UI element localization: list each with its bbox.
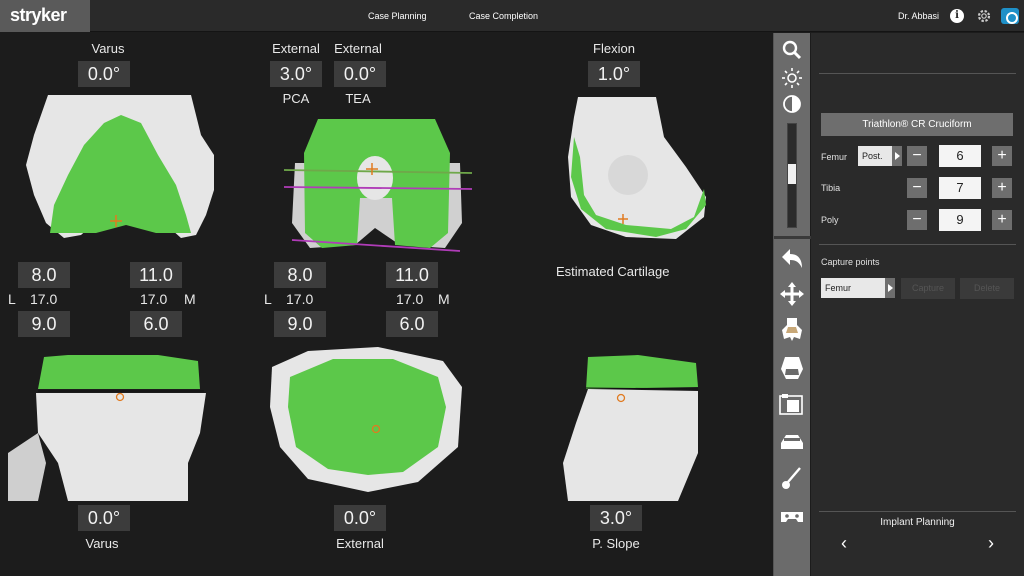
probe-icon[interactable]: [778, 465, 806, 491]
capture-points-title: Capture points: [821, 257, 880, 267]
femur-axial-view[interactable]: [280, 113, 475, 258]
tibia-external-value: 0.0°: [334, 505, 386, 531]
panel-divider: [819, 244, 1016, 245]
implant-type-button[interactable]: Triathlon® CR Cruciform: [821, 113, 1013, 136]
femur-option-value: Post.: [862, 151, 883, 161]
poly-size-field[interactable]: 9: [939, 209, 981, 231]
gap-left-bot-left: 9.0: [18, 311, 70, 337]
user-name: Dr. Abbasi: [898, 11, 940, 21]
gap-left-bot-right: 6.0: [130, 311, 182, 337]
femur-size-field[interactable]: 6: [939, 145, 981, 167]
nav-case-planning[interactable]: Case Planning: [368, 0, 427, 32]
gap-center-bot-left: 9.0: [274, 311, 326, 337]
logo-box: stryker: [0, 0, 90, 32]
gap-center-medial-label: M: [438, 291, 450, 307]
tibia-decrease-button[interactable]: −: [907, 178, 927, 198]
undo-icon[interactable]: [778, 246, 806, 272]
move-icon[interactable]: [778, 281, 806, 307]
gap-left-lateral-label: L: [8, 291, 16, 307]
view-toggle-icon[interactable]: [1001, 8, 1019, 24]
info-icon[interactable]: i: [950, 9, 964, 23]
tibia-increase-button[interactable]: +: [992, 178, 1012, 198]
tibia-external-label: External: [336, 536, 384, 551]
slope-label: P. Slope: [592, 536, 640, 551]
cartilage-label: Estimated Cartilage: [556, 264, 670, 279]
tibia-varus-value: 0.0°: [78, 505, 130, 531]
camera-icon[interactable]: [778, 392, 806, 418]
car-icon[interactable]: [778, 429, 806, 455]
femur-sagittal-title: Flexion: [593, 41, 635, 56]
gap-center-lateral-label: L: [264, 291, 272, 307]
main-viewport: Varus 0.0° External External 3.0° 0.0° P…: [0, 33, 773, 576]
gap-left-mid-left: 17.0: [30, 291, 58, 307]
stryker-logo: stryker: [10, 5, 67, 25]
gap-left-top-right: 11.0: [130, 262, 182, 288]
femur-sagittal-view[interactable]: [566, 97, 711, 242]
tea-label: TEA: [345, 91, 371, 106]
panel-divider: [819, 511, 1016, 512]
femur-decrease-button[interactable]: −: [907, 146, 927, 166]
contrast-icon[interactable]: [778, 91, 806, 117]
femur-icon[interactable]: [778, 317, 806, 343]
next-step-button[interactable]: ›: [981, 533, 1001, 553]
contrast-slider-thumb[interactable]: [788, 164, 796, 184]
gap-center-mid-left: 17.0: [286, 291, 314, 307]
gap-left-top-left: 8.0: [18, 262, 70, 288]
gap-center-mid-right: 17.0: [396, 291, 424, 307]
contrast-slider[interactable]: [787, 123, 797, 228]
femur-increase-button[interactable]: +: [992, 146, 1012, 166]
delete-button[interactable]: Delete: [960, 278, 1014, 299]
gap-left-mid-right: 17.0: [140, 291, 168, 307]
tibia-axial-view[interactable]: [268, 347, 468, 492]
capture-button[interactable]: Capture: [901, 278, 955, 299]
panel-divider: [819, 73, 1016, 74]
slope-value: 3.0°: [590, 505, 642, 531]
femur-axial-title-tea: External: [334, 41, 382, 56]
gap-left-medial-label: M: [184, 291, 196, 307]
right-panel: Triathlon® CR Cruciform Femur Post. − 6 …: [811, 33, 1024, 576]
femur-frontal-title: Varus: [91, 41, 125, 56]
gear-icon[interactable]: [976, 8, 992, 24]
brightness-icon[interactable]: [778, 65, 806, 91]
pca-value: 3.0°: [270, 61, 322, 87]
flexion-value: 1.0°: [588, 61, 640, 87]
femur-label: Femur: [821, 152, 848, 162]
gap-center-bot-right: 6.0: [386, 311, 438, 337]
pca-label: PCA: [282, 91, 310, 106]
femur-option-dropdown[interactable]: Post.: [858, 146, 902, 166]
tea-value: 0.0°: [334, 61, 386, 87]
poly-label: Poly: [821, 215, 839, 225]
capture-target-value: Femur: [825, 283, 852, 293]
tibia-frontal-view[interactable]: [8, 353, 213, 501]
tibia-icon[interactable]: [778, 355, 806, 381]
femur-frontal-value: 0.0°: [78, 61, 130, 87]
poly-decrease-button[interactable]: −: [907, 210, 927, 230]
tibia-size-field[interactable]: 7: [939, 177, 981, 199]
chevron-right-icon: [885, 278, 895, 298]
femur-axial-title-pca: External: [272, 41, 320, 56]
gamepad-icon[interactable]: [778, 503, 806, 529]
previous-step-button[interactable]: ‹: [834, 533, 854, 553]
gap-center-top-left: 8.0: [274, 262, 326, 288]
search-icon[interactable]: [778, 37, 806, 63]
capture-target-dropdown[interactable]: Femur: [821, 278, 895, 298]
tibia-sagittal-view[interactable]: [558, 353, 708, 501]
poly-increase-button[interactable]: +: [992, 210, 1012, 230]
tibia-label: Tibia: [821, 183, 841, 193]
top-bar: stryker Case Planning Case Completion Dr…: [0, 0, 1024, 32]
femur-frontal-view[interactable]: [26, 95, 216, 245]
toolbar-divider: [774, 236, 811, 239]
chevron-right-icon: [892, 146, 902, 166]
tool-bar: [773, 33, 811, 576]
gap-center-top-right: 11.0: [386, 262, 438, 288]
nav-case-completion[interactable]: Case Completion: [469, 0, 538, 32]
tibia-varus-label: Varus: [85, 536, 119, 551]
implant-planning-title: Implant Planning: [880, 517, 955, 528]
